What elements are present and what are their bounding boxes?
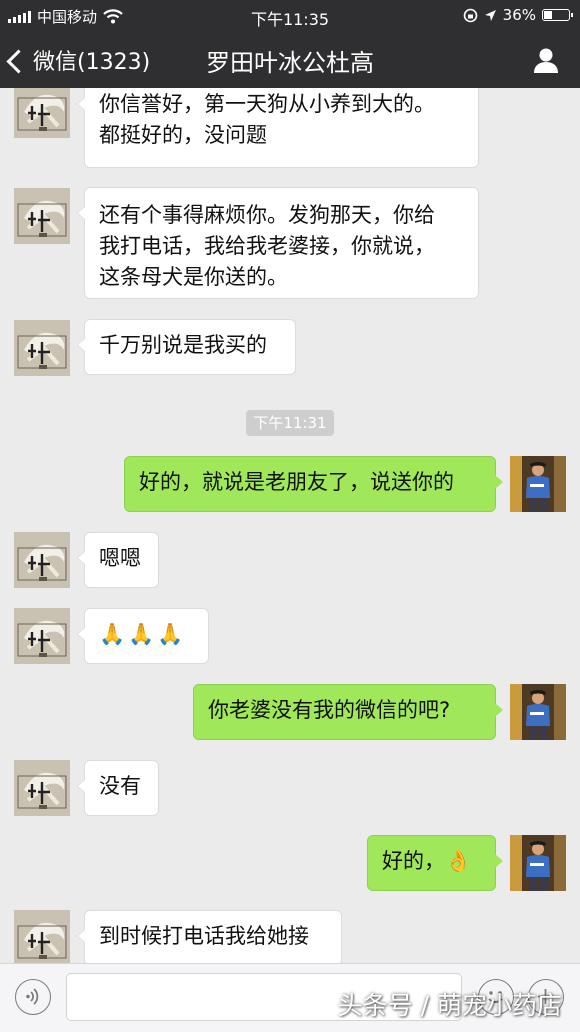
my-avatar-image bbox=[510, 684, 566, 740]
contact-avatar[interactable] bbox=[14, 320, 70, 376]
battery-percent: 36% bbox=[502, 6, 536, 24]
status-bar: 中国移动 下午11:35 36% bbox=[0, 0, 580, 30]
message-bubble[interactable]: 没有 bbox=[77, 760, 159, 816]
contact-avatar[interactable] bbox=[14, 188, 70, 244]
message-line: 这条母犬是你送的。 bbox=[99, 265, 288, 289]
message-bubble[interactable]: 你老婆没有我的微信的吧? bbox=[193, 684, 503, 740]
contact-avatar-image bbox=[14, 910, 70, 963]
message-bubble[interactable]: 你信誉好，第一天狗从小养到大的。 都挺好的，没问题 bbox=[77, 88, 479, 168]
voice-button[interactable] bbox=[15, 979, 51, 1015]
message-line: 还有个事得麻烦你。发狗那天，你给 bbox=[99, 203, 435, 227]
my-avatar[interactable] bbox=[510, 684, 566, 740]
time-divider: 下午11:31 bbox=[246, 410, 334, 436]
ok-hand-emoji: 👌 bbox=[445, 849, 472, 873]
contact-avatar-image bbox=[14, 320, 70, 376]
message-bubble[interactable]: 🙏🙏🙏 bbox=[77, 608, 209, 664]
person-icon[interactable] bbox=[532, 46, 560, 74]
contact-avatar[interactable] bbox=[14, 532, 70, 588]
contact-avatar[interactable] bbox=[14, 910, 70, 963]
message-bubble[interactable]: 嗯嗯 bbox=[77, 532, 159, 588]
chevron-left-icon bbox=[6, 48, 31, 74]
voice-icon bbox=[26, 988, 39, 1005]
message-text: 没有 bbox=[99, 774, 141, 798]
contact-avatar-image bbox=[14, 760, 70, 816]
message-bubble[interactable]: 千万别说是我买的 bbox=[77, 319, 296, 375]
message-text: 嗯嗯 bbox=[99, 546, 141, 570]
status-right: 36% bbox=[463, 6, 573, 24]
my-avatar-image bbox=[510, 835, 566, 891]
message-line: 你信誉好，第一天狗从小养到大的。 bbox=[99, 92, 435, 116]
back-label: 微信(1323) bbox=[33, 50, 151, 75]
message-text: 好的，就说是老朋友了，说送你的 bbox=[139, 470, 454, 494]
message-bubble[interactable]: 还有个事得麻烦你。发狗那天，你给 我打电话，我给我老婆接，你就说， 这条母犬是你… bbox=[77, 187, 479, 299]
contact-avatar-image bbox=[14, 188, 70, 244]
contact-avatar[interactable] bbox=[14, 760, 70, 816]
chat-area[interactable]: 你信誉好，第一天狗从小养到大的。 都挺好的，没问题 还有个事得麻烦你。发狗那天，… bbox=[0, 88, 580, 963]
message-text: 你老婆没有我的微信的吧? bbox=[208, 698, 451, 722]
my-avatar-image bbox=[510, 456, 566, 512]
contact-avatar-image bbox=[14, 608, 70, 664]
rotation-lock-icon bbox=[463, 8, 477, 22]
message-line: 都挺好的，没问题 bbox=[99, 123, 267, 147]
nav-bar: 微信(1323) 罗田叶冰公杜高 bbox=[0, 30, 580, 88]
location-icon bbox=[484, 9, 496, 21]
message-text: 到时候打电话我给她接 bbox=[99, 924, 309, 948]
contact-avatar[interactable] bbox=[14, 88, 70, 138]
prayer-emoji: 🙏🙏🙏 bbox=[99, 622, 187, 646]
watermark: 头条号 / 萌宠小药店 bbox=[337, 991, 562, 1020]
message-bubble[interactable]: 好的，就说是老朋友了，说送你的 bbox=[124, 456, 503, 512]
contact-avatar-image bbox=[14, 532, 70, 588]
back-button[interactable]: 微信(1323) bbox=[6, 44, 151, 76]
message-line: 我打电话，我给我老婆接，你就说， bbox=[99, 234, 435, 258]
contact-avatar[interactable] bbox=[14, 608, 70, 664]
message-bubble[interactable]: 好的，👌 bbox=[367, 835, 503, 891]
my-avatar[interactable] bbox=[510, 835, 566, 891]
my-avatar[interactable] bbox=[510, 456, 566, 512]
message-bubble[interactable]: 到时候打电话我给她接 bbox=[77, 910, 342, 963]
contact-avatar-image bbox=[14, 88, 70, 138]
battery-fill bbox=[544, 11, 552, 19]
message-text: 千万别说是我买的 bbox=[99, 333, 267, 357]
battery-icon bbox=[542, 9, 573, 21]
message-text: 好的， bbox=[382, 849, 445, 873]
